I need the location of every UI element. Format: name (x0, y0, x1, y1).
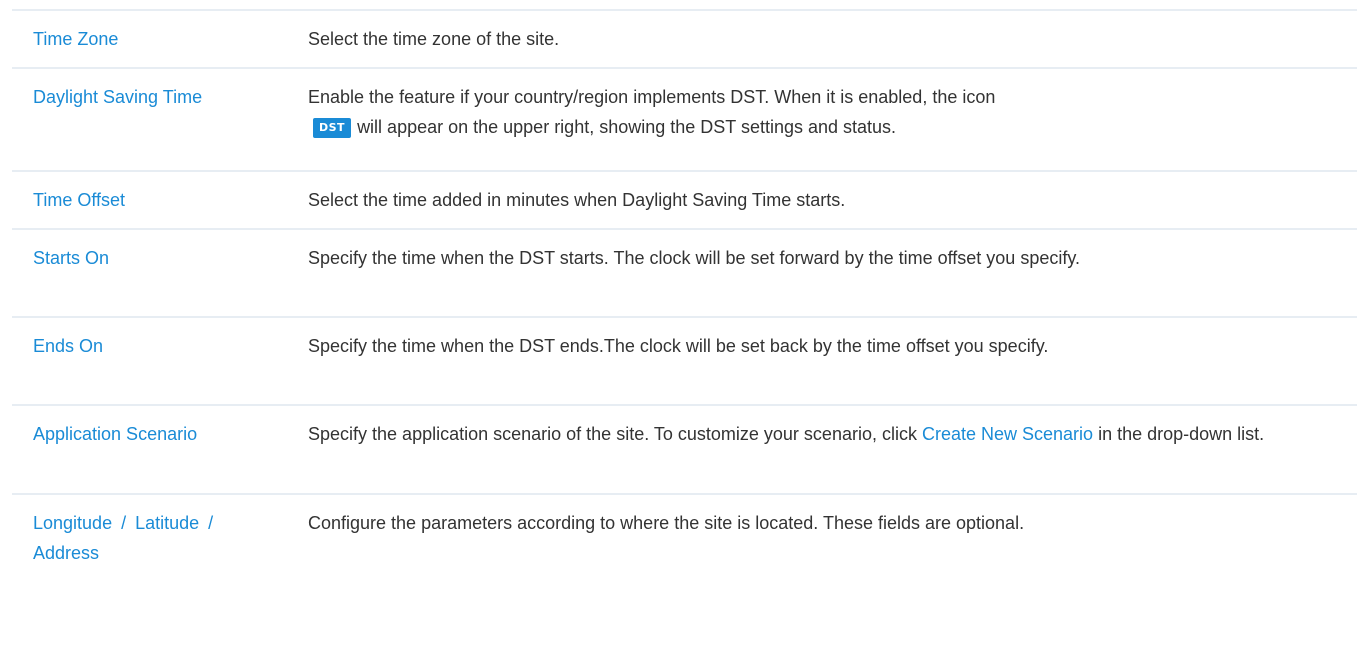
table-row-ends-on: Ends On Specify the time when the DST en… (12, 316, 1357, 404)
table-row-time-zone: Time Zone Select the time zone of the si… (12, 9, 1357, 67)
term-starts-on: Starts On (33, 248, 110, 268)
desc-daylight-saving-time: Enable the feature if your country/regio… (308, 82, 1357, 142)
desc-longitude-latitude-address: Configure the parameters according to wh… (308, 513, 1025, 533)
table-row-daylight-saving-time: Daylight Saving Time Enable the feature … (12, 67, 1357, 170)
desc-text-after-link: in the drop-down list. (1098, 424, 1265, 444)
desc-ends-on: Specify the time when the DST ends.The c… (308, 336, 1049, 356)
create-new-scenario-link[interactable]: Create New Scenario (922, 424, 1093, 444)
table-row-longitude-latitude-address: Longitude / Latitude / Address Configure… (12, 493, 1357, 575)
desc-application-scenario: Specify the application scenario of the … (308, 419, 1357, 449)
table-row-starts-on: Starts On Specify the time when the DST … (12, 228, 1357, 316)
desc-time-zone: Select the time zone of the site. (308, 29, 560, 49)
table-row-application-scenario: Application Scenario Specify the applica… (12, 404, 1357, 493)
term-daylight-saving-time: Daylight Saving Time (33, 87, 203, 107)
term-ends-on: Ends On (33, 336, 104, 356)
dst-badge-icon: DST (313, 118, 352, 138)
term-longitude-latitude-address: Longitude / Latitude / Address (33, 513, 214, 563)
term-time-offset: Time Offset (33, 190, 126, 210)
desc-starts-on: Specify the time when the DST starts. Th… (308, 248, 1081, 268)
desc-text-after-badge: will appear on the upper right, showing … (357, 117, 897, 137)
parameter-table: Time Zone Select the time zone of the si… (12, 9, 1357, 575)
table-row-time-offset: Time Offset Select the time added in min… (12, 170, 1357, 228)
desc-text-before-badge: Enable the feature if your country/regio… (308, 87, 996, 107)
desc-time-offset: Select the time added in minutes when Da… (308, 190, 846, 210)
desc-text-before-link: Specify the application scenario of the … (308, 424, 917, 444)
term-application-scenario: Application Scenario (33, 424, 198, 444)
term-time-zone: Time Zone (33, 29, 119, 49)
